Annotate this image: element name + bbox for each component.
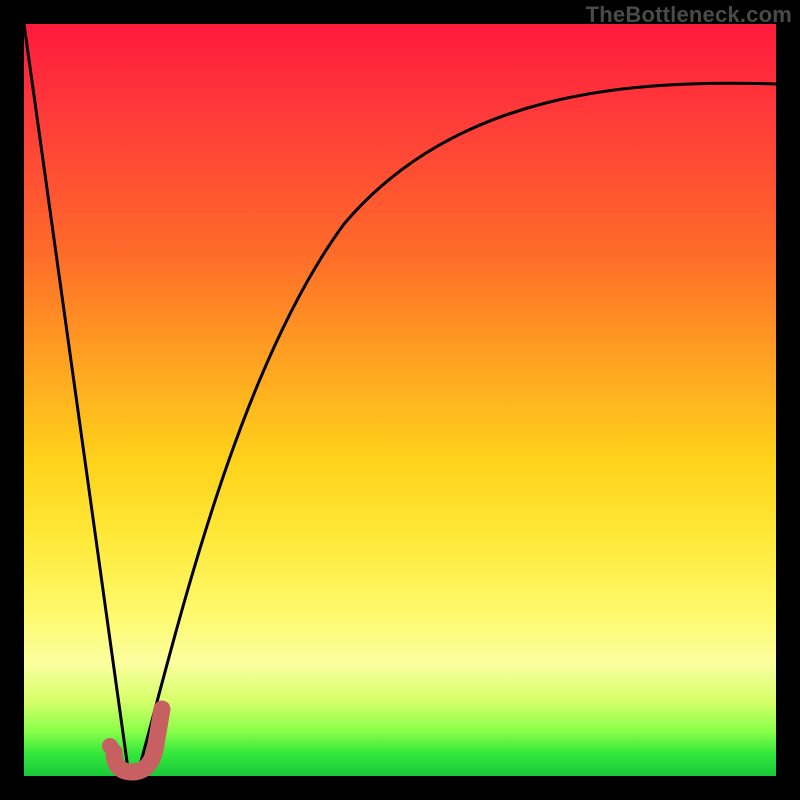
chart-plot-area bbox=[24, 24, 776, 776]
bottleneck-curve bbox=[24, 24, 776, 776]
curve-path bbox=[24, 24, 776, 776]
marker-dot bbox=[102, 738, 118, 754]
outer-frame: TheBottleneck.com bbox=[0, 0, 800, 800]
